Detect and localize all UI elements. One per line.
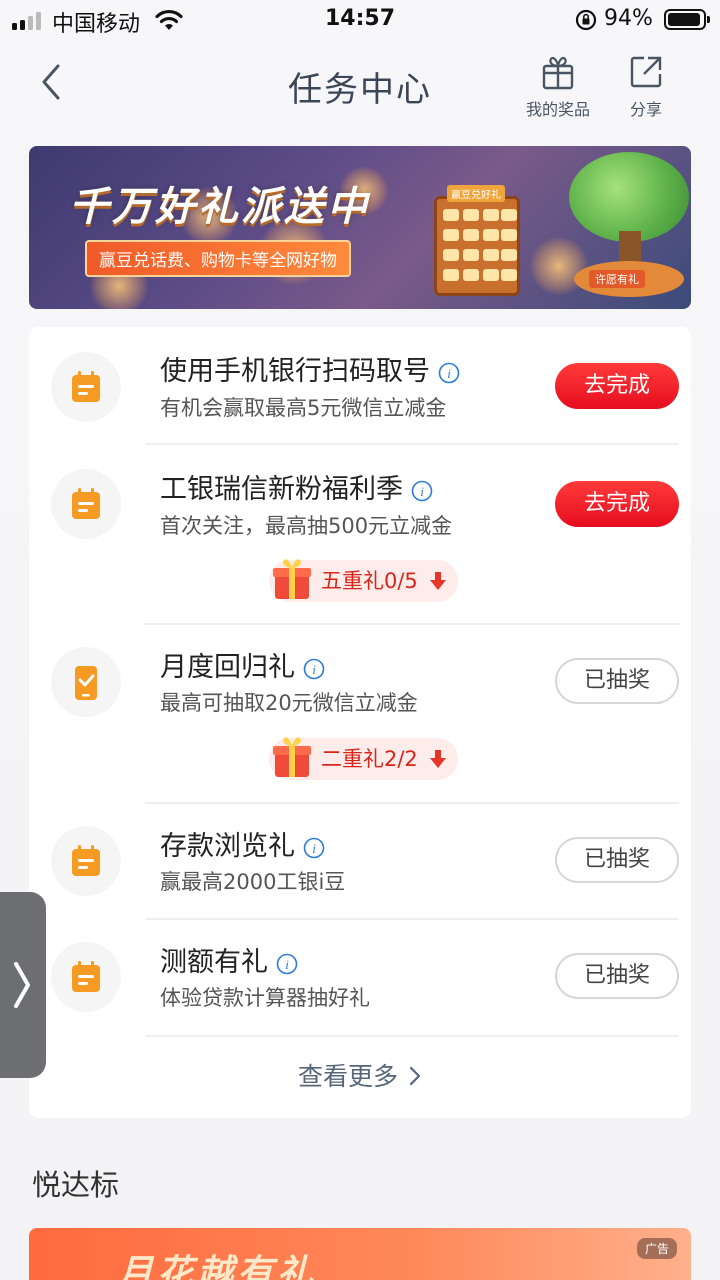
svg-text:i: i	[312, 841, 316, 856]
status-bar: 中国移动 14:57 94%	[0, 0, 720, 40]
go-complete-button[interactable]: 去完成	[555, 363, 679, 409]
svg-text:i: i	[420, 484, 424, 499]
battery-icon	[664, 9, 710, 30]
my-prizes-label: 我的奖品	[525, 100, 590, 119]
money-tree-illustration	[569, 152, 689, 242]
gift-box-icon	[273, 737, 311, 777]
calendar-icon	[51, 469, 121, 539]
task-list-card: 使用手机银行扫码取号 i 有机会赢取最高5元微信立减金 去完成 工银瑞信新粉福利季…	[29, 327, 691, 1118]
drawn-button[interactable]: 已抽奖	[555, 837, 679, 883]
info-icon[interactable]: i	[303, 658, 325, 680]
svg-text:i: i	[285, 957, 289, 972]
promo-banner[interactable]: 千万好礼派送中 赢豆兑话费、购物卡等全网好物 赢豆兑好礼 许愿有礼	[29, 146, 691, 309]
gift-progress-label: 五重礼0/5	[321, 569, 418, 593]
task-title: 使用手机银行扫码取号 i	[160, 349, 460, 388]
share-button[interactable]: 分享	[606, 52, 686, 120]
info-icon[interactable]: i	[303, 837, 325, 859]
my-prizes-button[interactable]: 我的奖品	[518, 52, 598, 120]
task-item: 使用手机银行扫码取号 i 有机会赢取最高5元微信立减金 去完成	[29, 327, 691, 445]
divider	[145, 1035, 679, 1037]
phone-check-icon	[51, 647, 121, 717]
task-item: 存款浏览礼 i 赢最高2000工银i豆 已抽奖	[29, 804, 691, 918]
task-item: 月度回归礼 i 最高可抽取20元微信立减金 已抽奖 二重礼2/2	[29, 625, 691, 805]
view-more-label: 查看更多	[298, 1062, 399, 1091]
view-more-link[interactable]: 查看更多	[29, 1057, 691, 1093]
gift-box-icon	[273, 559, 311, 599]
task-desc: 有机会赢取最高5元微信立减金	[160, 396, 447, 420]
chevron-right-icon	[409, 1066, 421, 1086]
task-title: 测额有礼 i	[160, 940, 298, 979]
battery-percent: 94%	[604, 6, 653, 31]
ad-tag: 广告	[636, 1238, 677, 1259]
prize-board-illustration: 赢豆兑好礼	[434, 185, 520, 296]
task-desc: 首次关注，最高抽500元立减金	[160, 514, 453, 538]
task-desc: 最高可抽取20元微信立减金	[160, 691, 418, 715]
drawn-button[interactable]: 已抽奖	[555, 658, 679, 704]
task-item: 测额有礼 i 体验贷款计算器抽好礼 已抽奖	[29, 920, 691, 1035]
go-complete-button[interactable]: 去完成	[555, 481, 679, 527]
svg-text:i: i	[447, 366, 451, 381]
info-icon[interactable]: i	[438, 362, 460, 384]
ad-banner[interactable]: 月花越有礼 广告	[29, 1228, 691, 1280]
task-desc: 体验贷款计算器抽好礼	[160, 986, 370, 1010]
ad-text: 月花越有礼	[117, 1253, 318, 1280]
board-tag: 赢豆兑好礼	[447, 185, 505, 202]
gift-progress-pill[interactable]: 五重礼0/5	[269, 559, 458, 602]
banner-title: 千万好礼派送中	[69, 184, 370, 230]
rotation-lock-icon	[575, 9, 597, 31]
share-icon	[630, 56, 662, 88]
task-title: 工银瑞信新粉福利季 i	[160, 467, 433, 506]
banner-subtitle: 赢豆兑话费、购物卡等全网好物	[85, 240, 351, 277]
task-desc: 赢最高2000工银i豆	[160, 870, 346, 894]
arrow-down-icon	[429, 750, 446, 768]
share-label: 分享	[629, 100, 662, 119]
gift-progress-pill[interactable]: 二重礼2/2	[269, 737, 458, 780]
calendar-icon	[51, 352, 121, 422]
info-icon[interactable]: i	[276, 953, 298, 975]
calendar-icon	[51, 942, 121, 1012]
tree-sign: 许愿有礼	[589, 270, 645, 288]
calendar-icon	[51, 826, 121, 896]
arrow-down-icon	[429, 572, 446, 590]
side-drawer-handle[interactable]	[0, 892, 46, 1078]
svg-text:i: i	[312, 662, 316, 677]
chevron-right-icon	[14, 962, 30, 1008]
gift-progress-label: 二重礼2/2	[321, 747, 418, 771]
header: 任务中心 我的奖品 分享	[0, 44, 720, 124]
task-item: 工银瑞信新粉福利季 i 首次关注，最高抽500元立减金 去完成 五重礼0/5	[29, 445, 691, 625]
task-title: 月度回归礼 i	[160, 645, 325, 684]
info-icon[interactable]: i	[411, 480, 433, 502]
drawn-button[interactable]: 已抽奖	[555, 953, 679, 999]
task-title: 存款浏览礼 i	[160, 824, 325, 863]
section-title: 悦达标	[32, 1168, 120, 1202]
gift-icon	[542, 56, 574, 90]
